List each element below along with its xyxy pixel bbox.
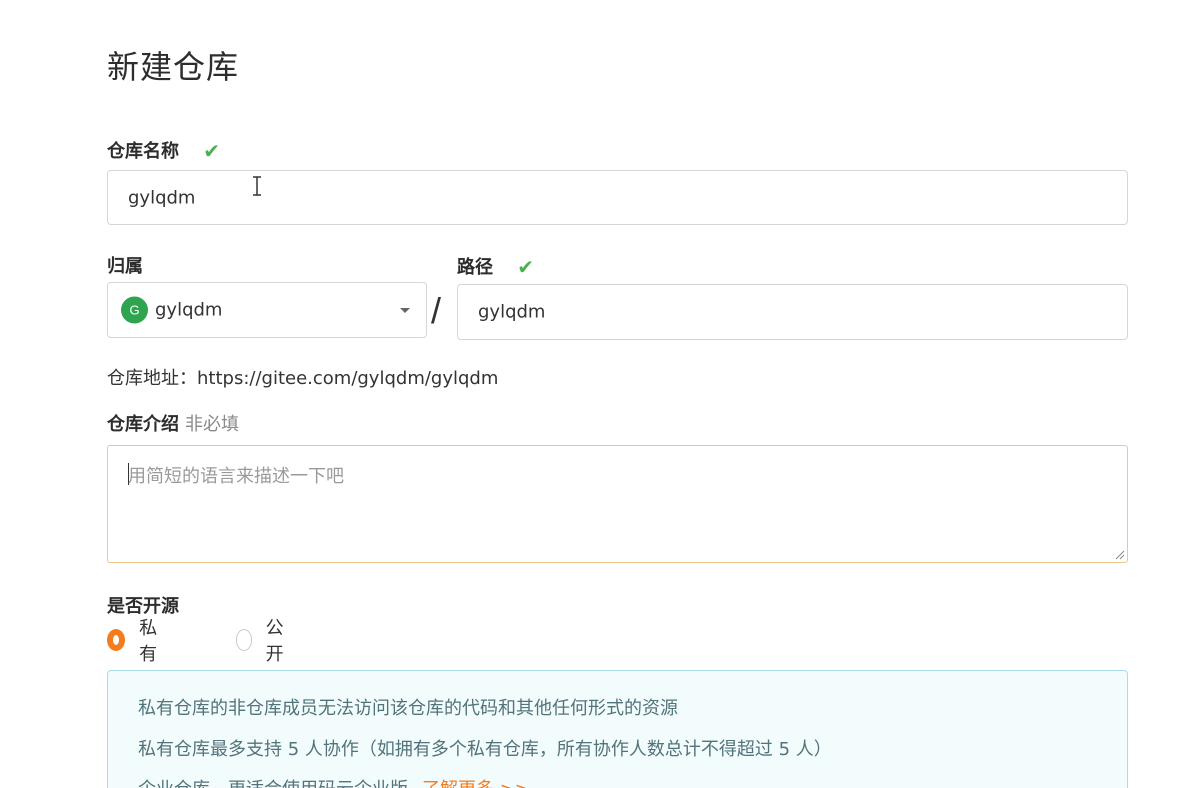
repo-address: 仓库地址：https://gitee.com/gylqdm/gylqdm	[107, 368, 499, 389]
notice-line-1: 私有仓库的非仓库成员无法访问该仓库的代码和其他任何形式的资源	[138, 698, 678, 719]
notice-line-3: 企业仓库，更适合使用码云企业版 了解更多 >>	[138, 775, 530, 788]
optional-tag: 非必填	[185, 414, 239, 435]
radio-private[interactable]: 私有	[107, 618, 161, 665]
new-repository-page: 新建仓库 仓库名称 ✔ gylqdm 归属 G gylqdm / 路径 ✔ gy…	[0, 0, 1183, 788]
notice-line-3-text: 企业仓库，更适合使用码云企业版	[138, 779, 408, 788]
radio-public-label: 公开	[265, 618, 284, 665]
repo-name-label-text: 仓库名称	[107, 141, 179, 162]
radio-public[interactable]: 公开	[236, 618, 290, 665]
repo-name-value: gylqdm	[128, 187, 196, 208]
path-value: gylqdm	[478, 301, 546, 323]
notice-line-2: 私有仓库最多支持 5 人协作（如拥有多个私有仓库，所有协作人数总计不得超过 5 …	[138, 739, 832, 760]
radio-checked-icon	[107, 629, 126, 651]
check-icon: ✔	[517, 255, 535, 279]
path-separator: /	[431, 290, 442, 331]
description-label: 仓库介绍 非必填	[107, 410, 239, 436]
radio-unchecked-icon	[236, 629, 252, 651]
path-label: 路径 ✔	[457, 253, 534, 279]
radio-private-label: 私有	[139, 618, 158, 665]
owner-label: 归属	[107, 256, 143, 277]
caret-down-icon	[400, 308, 410, 313]
private-notice-box: 私有仓库的非仓库成员无法访问该仓库的代码和其他任何形式的资源 私有仓库最多支持 …	[107, 670, 1128, 788]
owner-value: gylqdm	[155, 299, 223, 321]
description-textarea[interactable]: 用简短的语言来描述一下吧	[107, 445, 1128, 563]
owner-select[interactable]: G gylqdm	[107, 282, 427, 338]
page-title: 新建仓库	[107, 48, 240, 86]
path-input[interactable]: gylqdm	[457, 284, 1128, 340]
description-label-text: 仓库介绍	[107, 414, 179, 435]
text-cursor-icon	[253, 176, 261, 196]
path-label-text: 路径	[457, 257, 493, 278]
description-placeholder: 用简短的语言来描述一下吧	[128, 466, 344, 487]
repo-name-label: 仓库名称 ✔	[107, 137, 220, 163]
check-icon: ✔	[203, 139, 221, 163]
learn-more-link[interactable]: 了解更多 >>	[422, 779, 530, 788]
resize-handle-icon[interactable]	[1113, 548, 1125, 560]
avatar: G	[121, 296, 148, 324]
